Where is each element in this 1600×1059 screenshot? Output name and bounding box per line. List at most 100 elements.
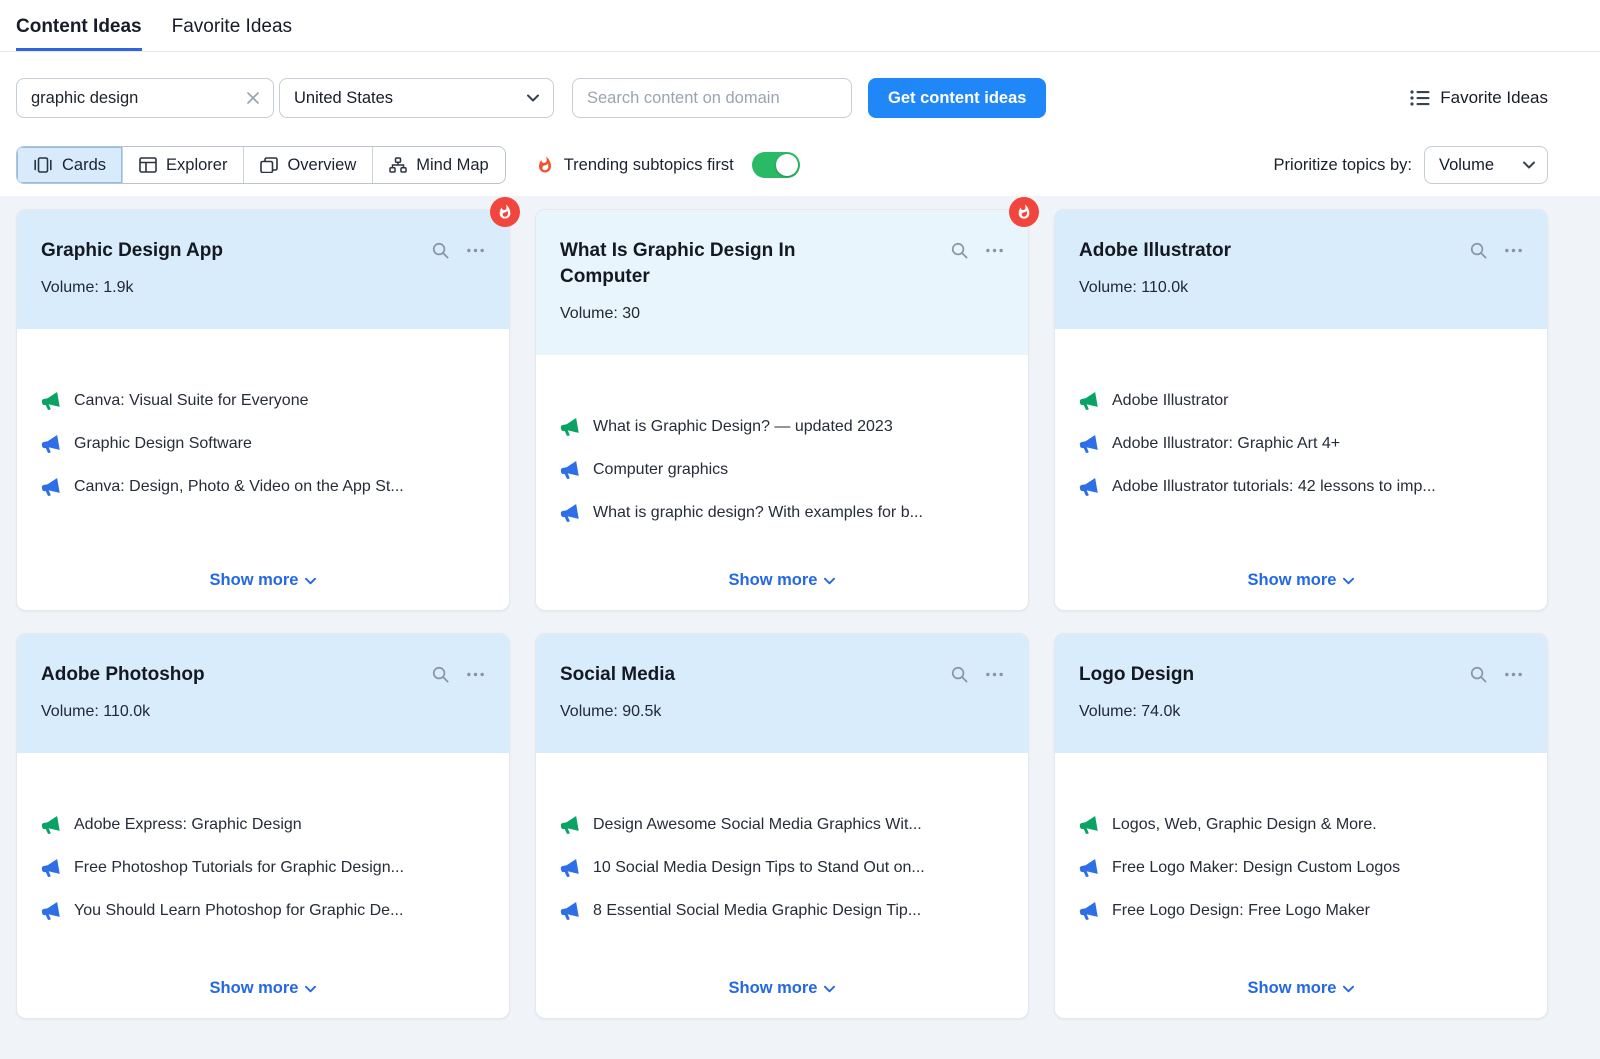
keyword-input[interactable] <box>17 79 273 117</box>
card-title[interactable]: Adobe Illustrator <box>1079 238 1231 264</box>
card-search-icon[interactable] <box>1469 241 1488 260</box>
show-more-button[interactable]: Show more <box>729 967 836 1018</box>
chevron-down-icon <box>1523 161 1535 169</box>
headline-item[interactable]: Free Photoshop Tutorials for Graphic Des… <box>41 858 485 878</box>
toolbar-row: Cards Explorer Overview Mind Map Trendin… <box>0 146 1600 184</box>
toggle-knob <box>776 154 798 176</box>
trending-toggle[interactable] <box>752 152 800 178</box>
megaphone-icon <box>558 814 580 836</box>
headline-item[interactable]: Adobe Illustrator tutorials: 42 lessons … <box>1079 477 1523 497</box>
show-more-label: Show more <box>210 979 299 998</box>
show-more-button[interactable]: Show more <box>1248 967 1355 1018</box>
card-title[interactable]: Graphic Design App <box>41 238 223 264</box>
view-switcher: Cards Explorer Overview Mind Map <box>16 146 506 184</box>
card-header: Logo Design Volume: 74.0k <box>1055 634 1547 753</box>
view-overview-button[interactable]: Overview <box>243 147 372 183</box>
headline-text: Adobe Illustrator <box>1112 391 1229 411</box>
headline-item[interactable]: 8 Essential Social Media Graphic Design … <box>560 901 1004 921</box>
view-cards-button[interactable]: Cards <box>17 147 122 183</box>
headline-item[interactable]: Adobe Illustrator: Graphic Art 4+ <box>1079 434 1523 454</box>
tab-favorite-ideas[interactable]: Favorite Ideas <box>172 0 292 51</box>
headline-item[interactable]: Design Awesome Social Media Graphics Wit… <box>560 815 1004 835</box>
show-more-label: Show more <box>210 571 299 590</box>
headline-text: Free Logo Design: Free Logo Maker <box>1112 901 1370 921</box>
mindmap-icon <box>389 157 407 173</box>
show-more-button[interactable]: Show more <box>210 559 317 610</box>
megaphone-icon <box>1077 900 1099 922</box>
tab-content-ideas[interactable]: Content Ideas <box>16 0 142 51</box>
trending-flame-badge <box>490 197 520 227</box>
card-search-icon[interactable] <box>1469 665 1488 684</box>
headline-text: Free Photoshop Tutorials for Graphic Des… <box>74 858 404 878</box>
clear-keyword-icon[interactable] <box>243 88 263 108</box>
cards-area: Graphic Design App Volume: 1.9k Canva: V… <box>0 196 1600 1059</box>
country-value: United States <box>294 89 393 108</box>
headline-item[interactable]: Free Logo Design: Free Logo Maker <box>1079 901 1523 921</box>
view-overview-label: Overview <box>287 156 356 175</box>
card-menu-icon[interactable] <box>1504 665 1523 684</box>
table-icon <box>139 157 157 173</box>
headline-item[interactable]: What is Graphic Design? — updated 2023 <box>560 417 1004 437</box>
headline-text: Free Logo Maker: Design Custom Logos <box>1112 858 1400 878</box>
card-actions <box>431 241 485 260</box>
card-title[interactable]: Logo Design <box>1079 662 1194 688</box>
domain-search-input[interactable] <box>573 79 851 117</box>
megaphone-icon <box>39 814 61 836</box>
card-actions <box>431 665 485 684</box>
view-explorer-label: Explorer <box>166 156 227 175</box>
card-body: Design Awesome Social Media Graphics Wit… <box>536 753 1028 967</box>
card-volume: Volume: 30 <box>560 305 1004 323</box>
card-body: Canva: Visual Suite for Everyone Graphic… <box>17 329 509 559</box>
headline-item[interactable]: You Should Learn Photoshop for Graphic D… <box>41 901 485 921</box>
show-more-label: Show more <box>729 571 818 590</box>
show-more-button[interactable]: Show more <box>729 559 836 610</box>
megaphone-icon <box>1077 433 1099 455</box>
favorite-ideas-link[interactable]: Favorite Ideas <box>1410 88 1548 108</box>
headline-text: Adobe Illustrator tutorials: 42 lessons … <box>1112 477 1436 497</box>
card-search-icon[interactable] <box>950 665 969 684</box>
show-more-label: Show more <box>729 979 818 998</box>
card-body: Adobe Express: Graphic Design Free Photo… <box>17 753 509 967</box>
headline-item[interactable]: Canva: Design, Photo & Video on the App … <box>41 477 485 497</box>
headline-item[interactable]: Adobe Express: Graphic Design <box>41 815 485 835</box>
card-menu-icon[interactable] <box>985 665 1004 684</box>
card-menu-icon[interactable] <box>985 241 1004 260</box>
headline-item[interactable]: Canva: Visual Suite for Everyone <box>41 391 485 411</box>
topic-card-social-media: Social Media Volume: 90.5k Design Awesom… <box>535 633 1029 1019</box>
headline-item[interactable]: Computer graphics <box>560 460 1004 480</box>
show-more-button[interactable]: Show more <box>210 967 317 1018</box>
chevron-down-icon <box>527 94 539 102</box>
headline-item[interactable]: Free Logo Maker: Design Custom Logos <box>1079 858 1523 878</box>
headline-item[interactable]: Graphic Design Software <box>41 434 485 454</box>
headline-item[interactable]: Logos, Web, Graphic Design & More. <box>1079 815 1523 835</box>
card-menu-icon[interactable] <box>1504 241 1523 260</box>
headline-item[interactable]: 10 Social Media Design Tips to Stand Out… <box>560 858 1004 878</box>
megaphone-icon <box>1077 476 1099 498</box>
country-select[interactable]: United States <box>279 78 554 118</box>
headline-item[interactable]: Adobe Illustrator <box>1079 391 1523 411</box>
prioritize-select[interactable]: Volume <box>1424 146 1548 184</box>
view-mindmap-button[interactable]: Mind Map <box>372 147 504 183</box>
view-explorer-button[interactable]: Explorer <box>122 147 243 183</box>
card-title[interactable]: Social Media <box>560 662 675 688</box>
card-menu-icon[interactable] <box>466 665 485 684</box>
headline-text: Adobe Express: Graphic Design <box>74 815 302 835</box>
list-icon <box>1410 89 1430 107</box>
trending-flame-badge <box>1009 197 1039 227</box>
card-search-icon[interactable] <box>431 665 450 684</box>
headline-item[interactable]: What is graphic design? With examples fo… <box>560 503 1004 523</box>
tabs-bar: Content Ideas Favorite Ideas <box>0 0 1600 52</box>
card-title[interactable]: What Is Graphic Design In Computer <box>560 238 880 290</box>
prioritize-group: Prioritize topics by: Volume <box>1274 146 1548 184</box>
card-search-icon[interactable] <box>950 241 969 260</box>
get-content-ideas-button[interactable]: Get content ideas <box>868 78 1046 118</box>
keyword-field <box>16 78 274 118</box>
card-header: Social Media Volume: 90.5k <box>536 634 1028 753</box>
card-header: What Is Graphic Design In Computer Volum… <box>536 210 1028 355</box>
show-more-button[interactable]: Show more <box>1248 559 1355 610</box>
card-menu-icon[interactable] <box>466 241 485 260</box>
card-title[interactable]: Adobe Photoshop <box>41 662 205 688</box>
cards-grid: Graphic Design App Volume: 1.9k Canva: V… <box>16 209 1548 1019</box>
megaphone-icon <box>39 476 61 498</box>
card-search-icon[interactable] <box>431 241 450 260</box>
